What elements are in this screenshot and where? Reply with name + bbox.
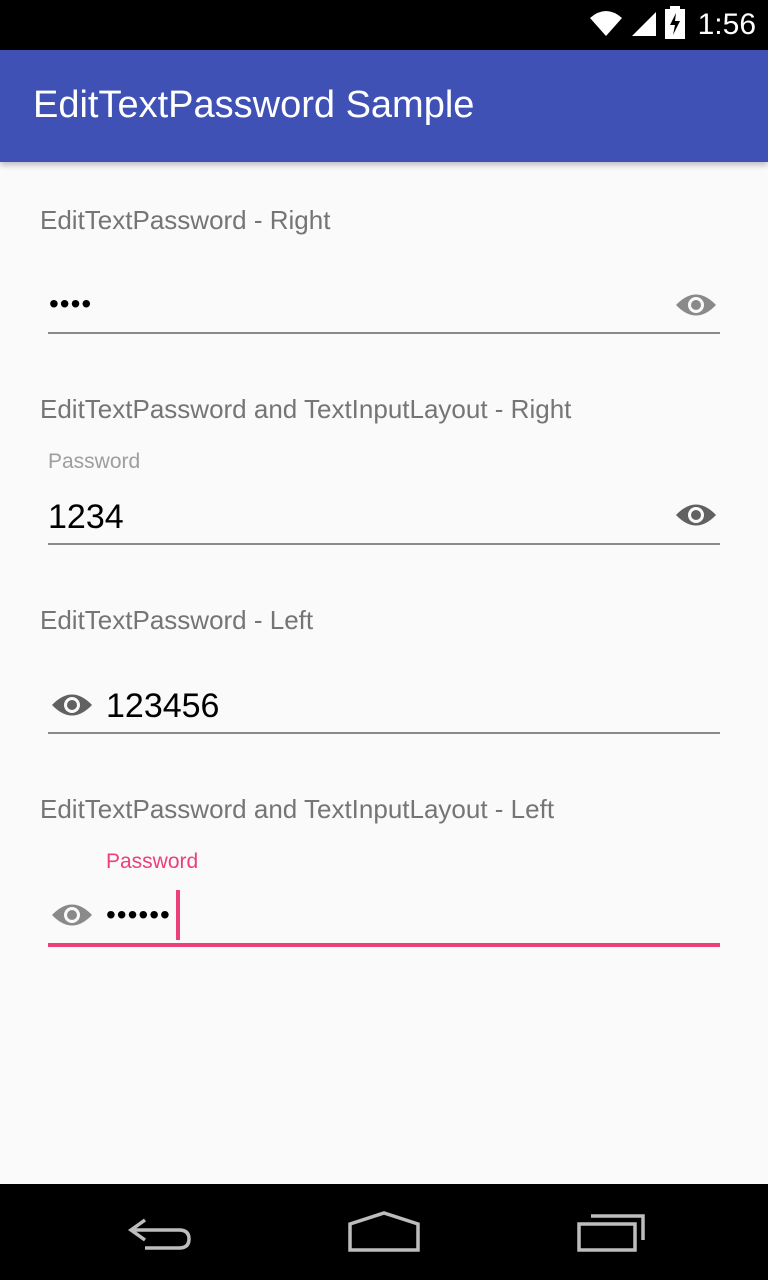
eye-icon[interactable]: [674, 500, 718, 530]
nav-bar: [0, 1184, 768, 1280]
text-cursor: [176, 890, 180, 940]
status-bar: 1:56: [0, 0, 768, 50]
section-label-til-right: EditTextPassword and TextInputLayout - R…: [40, 394, 572, 424]
field-underline: [48, 543, 720, 545]
password-hint-label: Password: [48, 450, 141, 473]
eye-icon[interactable]: [50, 690, 94, 720]
field-underline: [48, 332, 720, 334]
password-field-left[interactable]: 123456: [106, 687, 219, 726]
recents-icon[interactable]: [556, 1198, 666, 1266]
wifi-icon: [588, 8, 624, 43]
cell-signal-icon: [630, 8, 658, 43]
battery-charging-icon: [664, 5, 686, 45]
password-field-til-right[interactable]: 1234: [48, 498, 124, 537]
section-label-left: EditTextPassword - Left: [40, 605, 314, 635]
section-label-right: EditTextPassword - Right: [40, 205, 331, 235]
app-title: EditTextPassword Sample: [33, 84, 475, 126]
home-icon[interactable]: [329, 1198, 439, 1266]
password-hint-label-focused: Password: [106, 850, 199, 873]
status-icons: 1:56: [588, 0, 756, 50]
back-icon[interactable]: [105, 1198, 215, 1266]
eye-icon[interactable]: [50, 900, 94, 930]
field-underline-focused: [48, 943, 720, 947]
status-time: 1:56: [697, 8, 756, 41]
password-field-til-left[interactable]: ••••••: [106, 899, 171, 931]
app-bar: EditTextPassword Sample: [0, 50, 768, 162]
eye-icon[interactable]: [674, 290, 718, 320]
field-underline: [48, 732, 720, 734]
section-label-til-left: EditTextPassword and TextInputLayout - L…: [40, 794, 555, 824]
password-field-right[interactable]: ••••: [49, 288, 92, 320]
